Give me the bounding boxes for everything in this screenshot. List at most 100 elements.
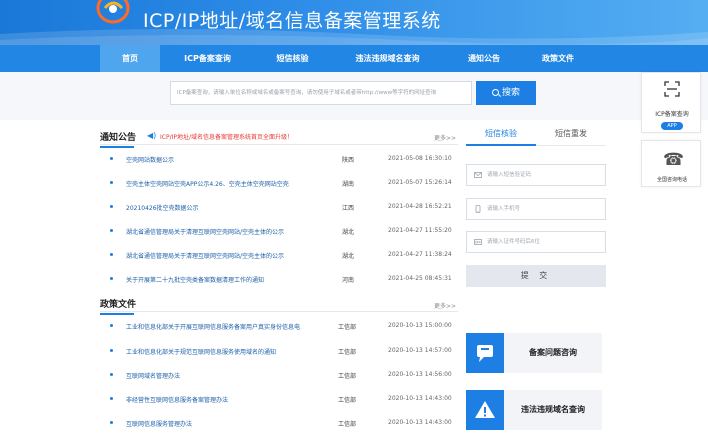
notice-row-title[interactable]: 湖北省通信管理局关于清理互联网空壳网站/空壳主体的公示	[126, 227, 284, 236]
app-badge: APP	[661, 122, 683, 130]
nav-sms-verify[interactable]: 短信核验	[255, 45, 330, 72]
app-widget-label: ICP备案查询	[655, 111, 689, 118]
search-button-label: 搜索	[501, 88, 520, 98]
policy-row-title[interactable]: 工业和信息化部关于规范互联网信息服务使用域名的通知	[126, 347, 276, 356]
notice-row-title[interactable]: 空壳主体空壳网站空壳APP公示4.26、空壳主体空壳网站空壳	[126, 179, 289, 188]
nav-home[interactable]: 首页	[100, 45, 160, 72]
policy-divider	[100, 311, 458, 312]
notice-row-date: 2021-04-27 11:38:24	[388, 251, 452, 258]
policy-row[interactable]: 非经营性互联网信息服务备案管理办法 工信部 2020-10-13 14:43:0…	[110, 395, 455, 407]
policy-row-date: 2020-10-13 14:56:00	[388, 371, 452, 378]
search-button[interactable]: 搜索	[476, 81, 536, 105]
header-banner: ICP/IP地址/域名信息备案管理系统	[0, 0, 708, 45]
bullet-icon	[110, 157, 113, 160]
policy-row-date: 2020-10-13 14:57:00	[388, 347, 452, 354]
bullet-icon	[110, 277, 113, 280]
warning-icon-box	[466, 390, 504, 430]
submit-button[interactable]: 提 交	[466, 265, 606, 287]
notice-row-region: 陕西	[342, 157, 355, 164]
announcement-text[interactable]: ICP/IP地址/域名信息备案管理系统首页全面升级！	[160, 132, 293, 141]
id-card-icon	[474, 239, 482, 245]
notice-row-region: 江西	[342, 205, 355, 212]
notice-row[interactable]: 湖北省通信管理局关于清理互联网空壳网站/空壳主体的公示 湖北 2021-04-2…	[110, 227, 455, 239]
warning-icon	[475, 401, 495, 418]
filing-consult-card[interactable]: 备案问题咨询	[466, 333, 602, 373]
bullet-icon	[110, 324, 113, 327]
notice-row[interactable]: 空壳网站数据公示 陕西 2021-05-08 16:30:10	[110, 155, 455, 167]
tab-sms-resend[interactable]: 短信重发	[536, 124, 606, 146]
notice-row-title[interactable]: 20210426批空壳数据公示	[126, 203, 199, 212]
scan-icon	[664, 81, 680, 97]
search-input[interactable]: ICP备案查询，请输入单位名称或域名或备案号查询，请勿使用子域名或者带http:…	[170, 81, 472, 105]
policy-row-title[interactable]: 互联网信息服务管理办法	[126, 419, 192, 428]
tab-sms-verify[interactable]: 短信核验	[466, 124, 536, 146]
notice-row-date: 2021-04-25 08:45:31	[388, 275, 452, 282]
bullet-icon	[110, 421, 113, 424]
bullet-icon	[110, 229, 113, 232]
illegal-domain-label: 违法违规域名查询	[521, 405, 585, 414]
policy-row[interactable]: 互联网域名管理办法 工信部 2020-10-13 14:56:00	[110, 371, 455, 383]
nav-illegal-domain[interactable]: 违法违规域名查询	[330, 45, 445, 72]
notice-divider	[100, 144, 458, 145]
nav-notice[interactable]: 通知公告	[445, 45, 523, 72]
notice-row-title[interactable]: 关于开展第二十九批空壳类备案数据清理工作的通知	[126, 275, 264, 284]
sms-tabs: 短信核验 短信重发	[466, 124, 606, 146]
search-icon	[491, 89, 499, 96]
notice-row-region: 湖北	[342, 253, 355, 260]
policy-title: 政策文件	[100, 297, 136, 315]
nav-policy[interactable]: 政策文件	[523, 45, 593, 72]
notice-row[interactable]: 关于开展第二十九批空壳类备案数据清理工作的通知 河南 2021-04-25 08…	[110, 275, 455, 287]
notice-row-region: 湖南	[342, 181, 355, 188]
policy-row[interactable]: 互联网信息服务管理办法 工信部 2020-10-13 14:43:00	[110, 419, 455, 431]
policy-row-title[interactable]: 互联网域名管理办法	[126, 371, 180, 380]
phone-widget-label: 全国咨询电话	[656, 177, 687, 183]
nav-icp-query[interactable]: ICP备案查询	[160, 45, 255, 72]
mail-icon	[474, 172, 482, 178]
phone-number-placeholder: 请输入手机号	[487, 206, 521, 212]
bullet-icon	[110, 397, 113, 400]
illegal-domain-card[interactable]: 违法违规域名查询	[466, 390, 602, 430]
policy-row-title[interactable]: 工业和信息化部关于开展互联网信息服务备案用户真实身份信息电	[126, 322, 300, 331]
bullet-icon	[110, 373, 113, 376]
notice-row-region: 河南	[342, 277, 355, 284]
policy-row[interactable]: 工业和信息化部关于规范互联网信息服务使用域名的通知 工信部 2020-10-13…	[110, 347, 455, 359]
chat-icon	[477, 345, 493, 362]
id-number-field[interactable]: 请输入证件号码后6位	[466, 231, 606, 253]
policy-row-region: 工信部	[338, 349, 357, 356]
policy-row-date: 2020-10-13 15:00:00	[388, 322, 452, 329]
policy-row-region: 工信部	[338, 324, 357, 331]
policy-row-title[interactable]: 非经营性互联网信息服务备案管理办法	[126, 395, 228, 404]
bullet-icon	[110, 349, 113, 352]
policy-row[interactable]: 工业和信息化部关于开展互联网信息服务备案用户真实身份信息电 工信部 2020-1…	[110, 322, 455, 334]
consult-icon-box	[466, 333, 504, 373]
banner-wave	[0, 29, 708, 45]
notice-row[interactable]: 20210426批空壳数据公示 江西 2021-04-28 16:52:21	[110, 203, 455, 215]
phone-widget[interactable]: ☎ 全国咨询电话	[641, 140, 701, 187]
policy-row-region: 工信部	[338, 397, 357, 404]
notice-row-date: 2021-05-08 16:30:10	[388, 155, 452, 162]
notice-row[interactable]: 空壳主体空壳网站空壳APP公示4.26、空壳主体空壳网站空壳 湖南 2021-0…	[110, 179, 455, 191]
notice-row-date: 2021-05-07 15:26:14	[388, 179, 452, 186]
notice-row-title[interactable]: 湖北省通信管理局关于清理互联网空壳网站/空壳主体的公示	[126, 251, 284, 260]
app-widget[interactable]: ICP备案查询 APP	[641, 72, 701, 133]
bullet-icon	[110, 253, 113, 256]
policy-row-date: 2020-10-13 14:43:00	[388, 419, 452, 426]
filing-consult-label: 备案问题咨询	[529, 348, 577, 357]
logo-icon	[96, 0, 130, 24]
policy-row-region: 工信部	[338, 421, 357, 428]
notice-title: 通知公告	[100, 130, 136, 148]
phone-icon	[475, 205, 481, 213]
phone-number-field[interactable]: 请输入手机号	[466, 198, 606, 220]
sms-code-field[interactable]: 请输入短信验证码	[466, 164, 606, 186]
megaphone-icon: ◀)	[147, 131, 157, 140]
policy-more-link[interactable]: 更多>>	[434, 301, 456, 310]
notice-row-title[interactable]: 空壳网站数据公示	[126, 155, 174, 164]
main-nav: 首页 ICP备案查询 短信核验 违法违规域名查询 通知公告 政策文件	[0, 45, 708, 72]
notice-more-link[interactable]: 更多>>	[434, 133, 456, 142]
sms-code-placeholder: 请输入短信验证码	[487, 172, 532, 178]
telephone-icon: ☎	[663, 150, 685, 170]
notice-row-region: 湖北	[342, 229, 355, 236]
notice-row-date: 2021-04-28 16:52:21	[388, 203, 452, 210]
notice-row[interactable]: 湖北省通信管理局关于清理互联网空壳网站/空壳主体的公示 湖北 2021-04-2…	[110, 251, 455, 263]
bullet-icon	[110, 205, 113, 208]
